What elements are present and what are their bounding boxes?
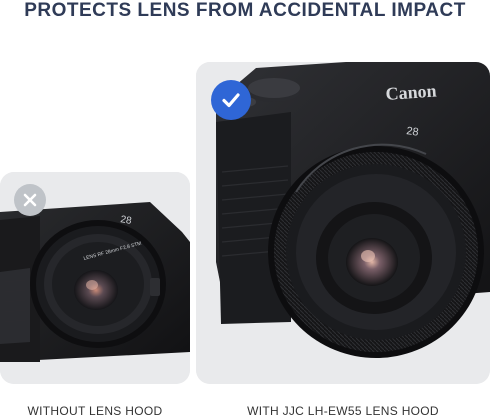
lens-focal-mark-right: 28 (406, 125, 420, 139)
x-icon (14, 184, 46, 216)
headline: PROTECTS LENS FROM ACCIDENTAL IMPACT (24, 0, 466, 21)
check-icon (211, 80, 251, 120)
without-hood-caption: WITHOUT LENS HOOD (27, 404, 163, 418)
with-hood-caption: WITH JJC LH-EW55 LENS HOOD (247, 404, 439, 418)
camera-brand-logo: Canon (385, 80, 437, 104)
